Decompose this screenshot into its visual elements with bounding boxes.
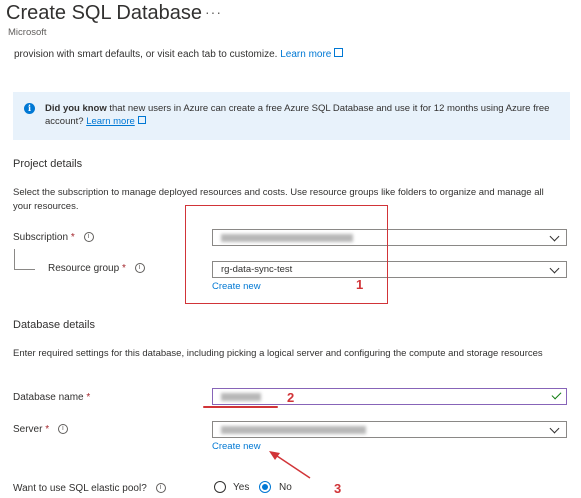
intro-text: provision with smart defaults, or visit … <box>14 49 278 60</box>
elastic-pool-no-radio[interactable] <box>259 481 271 493</box>
required-marker: * <box>45 424 50 435</box>
database-name-input[interactable] <box>212 388 567 405</box>
resource-group-label-row: Resource group * i <box>48 263 145 274</box>
annotation-number-3: 3 <box>334 481 342 496</box>
annotation-number-2: 2 <box>287 390 295 405</box>
intro-learn-more-link[interactable]: Learn more <box>280 49 331 60</box>
subscription-label: Subscription <box>13 232 69 243</box>
elastic-pool-label-row: Want to use SQL elastic pool? i <box>13 483 166 494</box>
database-details-heading: Database details <box>13 319 95 331</box>
help-icon[interactable]: i <box>57 424 68 435</box>
database-name-value <box>221 391 261 402</box>
external-link-icon <box>137 116 146 124</box>
redacted-server <box>221 426 366 435</box>
server-label-row: Server * i <box>13 424 68 435</box>
checkmark-icon <box>551 389 562 400</box>
database-name-label: Database name <box>13 392 84 403</box>
page-title: Create SQL Database <box>6 2 203 24</box>
chevron-down-icon <box>549 423 560 434</box>
resource-group-label: Resource group <box>48 263 120 274</box>
annotation-underline <box>203 406 278 408</box>
info-learn-more-link[interactable]: Learn more <box>86 116 135 127</box>
project-details-heading: Project details <box>13 158 83 170</box>
radio-label-yes: Yes <box>233 482 250 493</box>
required-marker: * <box>121 263 126 274</box>
subscription-label-row: Subscription * i <box>13 232 94 243</box>
external-link-icon <box>334 48 344 57</box>
chevron-down-icon <box>549 231 560 242</box>
server-select[interactable] <box>212 421 567 438</box>
elastic-pool-yes-radio[interactable] <box>214 481 226 493</box>
chevron-down-icon <box>549 263 560 274</box>
server-label: Server <box>13 424 43 435</box>
required-marker: * <box>86 392 91 403</box>
redacted-database-name <box>221 393 261 402</box>
publisher-label: Microsoft <box>8 27 47 38</box>
help-icon[interactable]: i <box>155 483 166 494</box>
info-banner-text: Did you know that new users in Azure can… <box>45 102 560 128</box>
intro-text-line: provision with smart defaults, or visit … <box>14 48 344 60</box>
tree-connector <box>14 249 35 270</box>
create-new-server-link[interactable]: Create new <box>212 441 261 452</box>
info-banner: i Did you know that new users in Azure c… <box>13 92 570 140</box>
info-bold-text: Did you know <box>45 103 107 114</box>
more-options-icon[interactable]: ··· <box>205 4 222 20</box>
required-marker: * <box>70 232 75 243</box>
radio-label-no: No <box>279 482 292 493</box>
annotation-arrow <box>269 451 311 479</box>
annotation-number-1: 1 <box>356 277 364 292</box>
info-icon: i <box>24 103 35 114</box>
elastic-pool-label: Want to use SQL elastic pool? <box>13 483 147 494</box>
help-icon[interactable]: i <box>83 232 94 243</box>
database-details-description: Enter required settings for this databas… <box>13 348 543 359</box>
database-name-label-row: Database name * <box>13 392 90 403</box>
help-icon[interactable]: i <box>134 263 145 274</box>
server-value <box>221 424 366 435</box>
